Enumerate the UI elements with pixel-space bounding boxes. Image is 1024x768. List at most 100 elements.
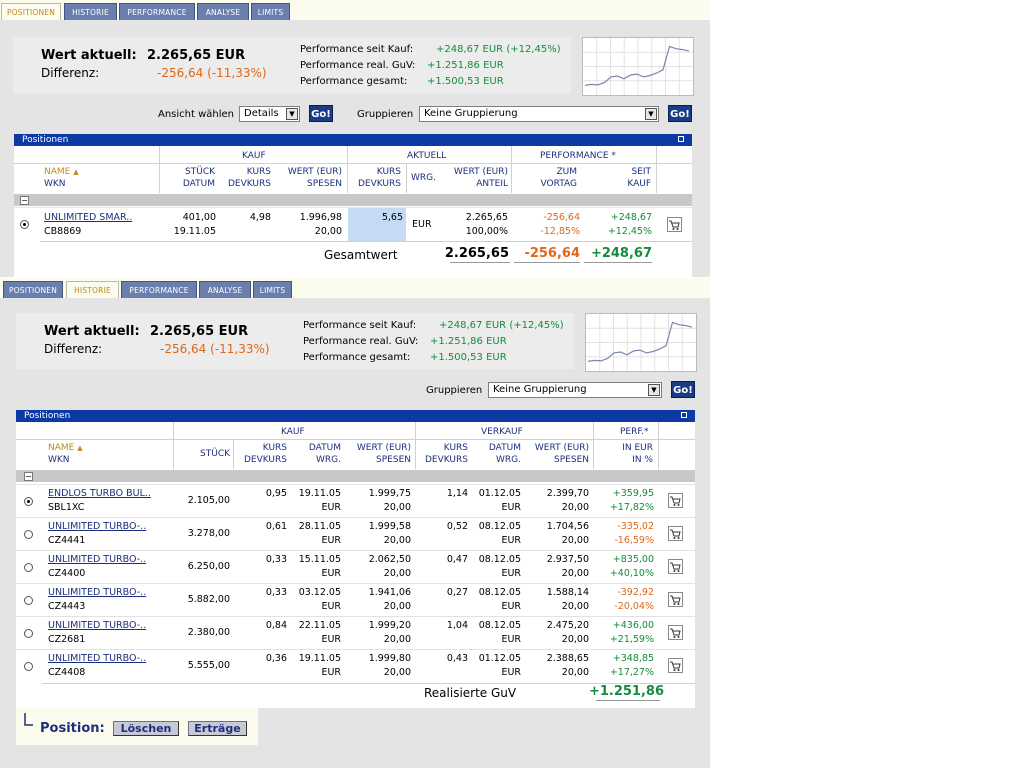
cell-kurs: 0,33 — [265, 587, 287, 598]
diff-value: -256,64 (-11,33%) — [157, 66, 267, 80]
cell-wrg: EUR — [321, 535, 341, 546]
cell-stueck: 401,00 — [182, 212, 216, 223]
header-seit: SEIT — [631, 167, 651, 177]
row-radio[interactable] — [24, 596, 33, 605]
cell-spesen: 20,00 — [383, 601, 411, 612]
row-radio[interactable] — [24, 530, 33, 539]
header-vk-devkurs: DEVKURS — [425, 455, 468, 465]
header-wrg: WRG. — [316, 455, 341, 465]
gruppieren-select[interactable]: Keine Gruppierung ▼ — [419, 106, 659, 122]
position-name-link[interactable]: UNLIMITED TURBO-.. — [48, 653, 146, 665]
collapse-group-icon[interactable]: − — [24, 472, 33, 481]
cell-akt-wert: 2.265,65 — [465, 212, 508, 223]
divider — [347, 146, 348, 193]
header-wkn: WKN — [48, 455, 70, 465]
gruppieren-select-value: Keine Gruppierung — [424, 108, 518, 119]
position-name-link[interactable]: ENDLOS TURBO BUL.. — [48, 488, 151, 500]
cell-perf-eur: +436,00 — [612, 620, 654, 631]
gruppieren-select[interactable]: Keine Gruppierung ▼ — [488, 382, 662, 398]
header-vortag: VORTAG — [540, 179, 577, 189]
cell-perf-eur: -392,92 — [617, 587, 654, 598]
cell-perf-eur: -335,02 — [617, 521, 654, 532]
divider — [415, 422, 416, 469]
cell-vk-wrg: EUR — [501, 502, 521, 513]
group-band — [14, 194, 692, 206]
cart-icon[interactable] — [668, 658, 683, 673]
chevron-down-icon: ▼ — [286, 108, 298, 120]
header-datum: DATUM — [308, 443, 341, 453]
loeschen-button[interactable]: Löschen — [113, 721, 179, 736]
cart-icon[interactable] — [668, 493, 683, 508]
cell-vk-kurs: 1,14 — [446, 488, 468, 499]
tab-analyse[interactable]: ANALYSE — [197, 3, 249, 20]
header-vk-wert: WERT (EUR) — [534, 443, 589, 453]
position-name-link[interactable]: UNLIMITED SMAR.. — [44, 212, 132, 224]
tab-performance[interactable]: PERFORMANCE — [119, 3, 195, 20]
collapse-group-icon[interactable]: − — [20, 196, 29, 205]
row-radio[interactable] — [20, 220, 29, 229]
row-radio[interactable] — [24, 629, 33, 638]
cell-vk-kurs: 0,43 — [446, 653, 468, 664]
cell-vortag-abs: -256,64 — [543, 212, 580, 223]
chevron-down-icon: ▼ — [648, 384, 660, 396]
collapse-icon[interactable] — [678, 136, 684, 142]
position-name-link[interactable]: UNLIMITED TURBO-.. — [48, 620, 146, 632]
divider — [450, 262, 510, 263]
header-name[interactable]: NAME ▲ — [48, 442, 83, 454]
position-name-link[interactable]: UNLIMITED TURBO-.. — [48, 554, 146, 566]
cart-icon[interactable] — [667, 217, 682, 232]
header-spesen: SPESEN — [376, 455, 411, 465]
header-in-eur: IN EUR — [622, 443, 653, 453]
position-name-link[interactable]: UNLIMITED TURBO-.. — [48, 521, 146, 533]
position-wkn: CZ4443 — [48, 601, 86, 612]
tab-performance[interactable]: PERFORMANCE — [121, 281, 197, 298]
tab-positionen[interactable]: POSITIONEN — [3, 281, 63, 298]
tab-analyse[interactable]: ANALYSE — [199, 281, 251, 298]
tab-limits[interactable]: LIMITS — [251, 3, 290, 20]
table-row: UNLIMITED TURBO-.. CZ4441 3.278,00 0,61 28.1… — [16, 517, 695, 551]
gruppieren-label: Gruppieren — [426, 385, 483, 396]
ansicht-select[interactable]: Details ▼ — [239, 106, 300, 122]
perf-seit-kauf-value: +248,67 EUR (+12,45%) — [439, 320, 564, 331]
row-radio[interactable] — [24, 497, 33, 506]
perf-gesamt-value: +1.500,53 EUR — [427, 76, 504, 87]
tab-historie[interactable]: HISTORIE — [64, 3, 117, 20]
cart-icon[interactable] — [668, 625, 683, 640]
ertraege-button[interactable]: Erträge — [188, 721, 247, 736]
tab-positionen[interactable]: POSITIONEN — [1, 3, 61, 20]
cell-wert: 1.941,06 — [368, 587, 411, 598]
perf-real-value: +1.251,86 EUR — [427, 60, 504, 71]
divider — [658, 422, 659, 469]
cell-kurs: 0,36 — [265, 653, 287, 664]
tab-limits[interactable]: LIMITS — [253, 281, 292, 298]
tab-bar: POSITIONEN HISTORIE PERFORMANCE ANALYSE … — [0, 278, 710, 298]
cell-seit-abs: +248,67 — [610, 212, 652, 223]
cell-anteil: 100,00% — [465, 226, 508, 237]
row-radio[interactable] — [24, 563, 33, 572]
cell-vk-wert: 2.937,50 — [546, 554, 589, 565]
tab-historie[interactable]: HISTORIE — [66, 281, 119, 298]
cart-icon[interactable] — [668, 526, 683, 541]
go-button-ansicht[interactable]: Go! — [309, 105, 333, 122]
cell-stueck: 5.555,00 — [187, 660, 230, 671]
cell-seit-pct: +12,45% — [607, 226, 652, 237]
gesamtwert-value: 2.265,65 — [444, 246, 509, 261]
cart-icon[interactable] — [668, 592, 683, 607]
cell-wert: 1.999,75 — [368, 488, 411, 499]
position-name-link[interactable]: UNLIMITED TURBO-.. — [48, 587, 146, 599]
header-name[interactable]: NAME ▲ — [44, 166, 79, 178]
divider — [596, 700, 660, 701]
cart-icon[interactable] — [668, 559, 683, 574]
cell-wrg: EUR — [321, 634, 341, 645]
cell-vk-datum: 08.12.05 — [478, 554, 521, 565]
cell-kurs: 0,95 — [265, 488, 287, 499]
go-button-gruppieren[interactable]: Go! — [671, 381, 695, 398]
cell-stueck: 2.105,00 — [187, 495, 230, 506]
collapse-icon[interactable] — [681, 412, 687, 418]
header-in-pct: IN % — [632, 455, 653, 465]
summary-box: Wert aktuell: 2.265,65 EUR Differenz: -2… — [13, 37, 571, 93]
go-button-gruppieren[interactable]: Go! — [668, 105, 692, 122]
cell-vk-wrg: EUR — [501, 568, 521, 579]
cell-spesen: 20,00 — [383, 502, 411, 513]
row-radio[interactable] — [24, 662, 33, 671]
